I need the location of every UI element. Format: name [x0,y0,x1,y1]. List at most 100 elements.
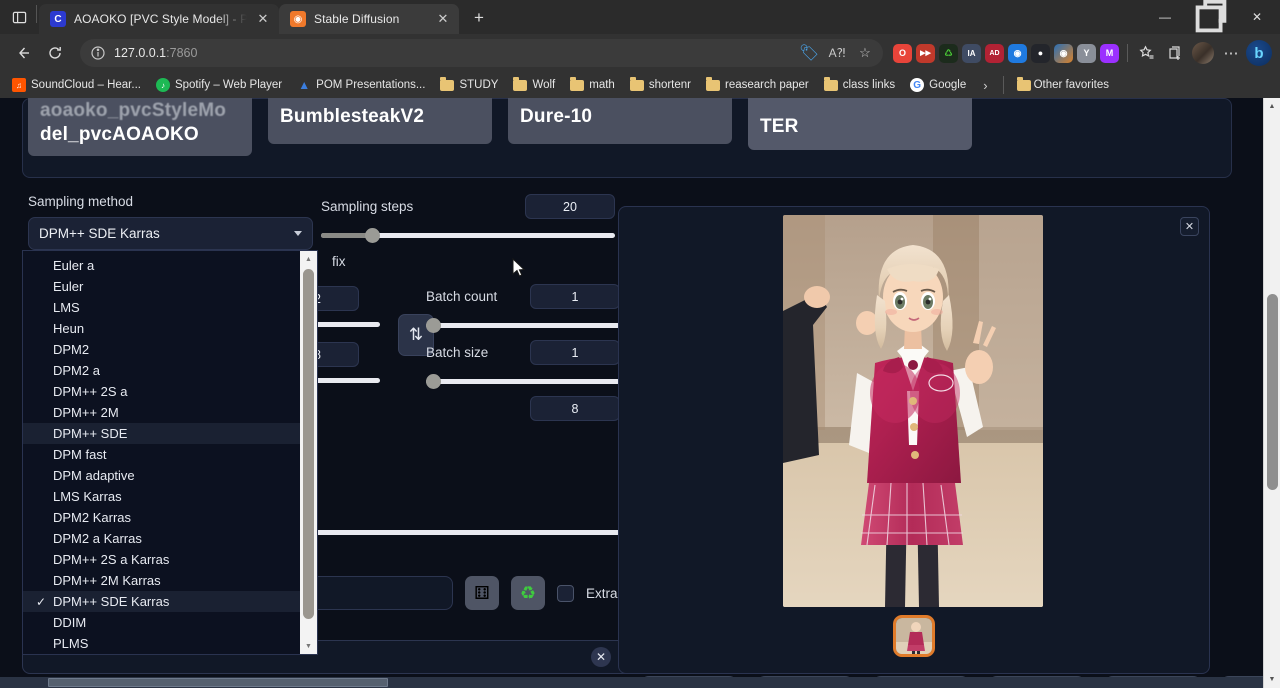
bookmark-soundcloud[interactable]: ♫ SoundCloud – Hear... [6,76,147,94]
dropdown-option-dpm-fast[interactable]: DPM fast [23,444,300,465]
dropdown-option-dpmpp-2m-karras[interactable]: DPM++ 2M Karras [23,570,300,591]
bookmark-class-links[interactable]: class links [818,77,901,93]
collections-icon[interactable] [1162,40,1188,66]
batch-count-slider[interactable] [426,323,620,328]
reload-button[interactable] [40,38,70,68]
sampling-steps-slider[interactable] [321,233,615,238]
dropdown-option-lms[interactable]: LMS [23,297,300,318]
bing-chat-icon[interactable]: b [1246,40,1272,66]
extra-checkbox[interactable] [557,585,574,602]
add-favorite-icon[interactable]: ☆ [855,43,875,63]
browser-tab-1[interactable]: C AOAOKO [PVC Style Model] - PVC ✕ [39,4,279,34]
profile-avatar[interactable] [1190,40,1216,66]
sampling-method-dropdown[interactable]: Euler a Euler LMS Heun DPM2 DPM2 a DPM++… [22,250,318,655]
model-card-ter[interactable]: TER [748,98,972,150]
slider-knob[interactable] [426,374,441,389]
video-downloader-icon[interactable]: ▶▶ [916,44,935,63]
dropdown-option-dpm2-a[interactable]: DPM2 a [23,360,300,381]
trash-extension-icon[interactable]: ♺ [939,44,958,63]
address-bar[interactable]: 127.0.0.1:7860 🏷 A⁈ ☆ [80,39,883,67]
scroll-down-icon[interactable]: ▼ [300,638,317,654]
favorites-icon[interactable] [1134,40,1160,66]
model-card-dure10[interactable]: Dure-10 [508,98,732,144]
bookmark-wolf[interactable]: Wolf [507,77,561,93]
dropdown-option-dpmpp-2m[interactable]: DPM++ 2M [23,402,300,423]
sampling-method-group: Sampling method DPM++ SDE Karras [28,194,313,250]
dropdown-option-plms[interactable]: PLMS [23,633,300,654]
shazam-icon[interactable]: ◉ [1008,44,1027,63]
tab-search-icon[interactable] [4,2,34,32]
dropdown-option-dpmpp-2s-a[interactable]: DPM++ 2S a [23,381,300,402]
new-tab-button[interactable]: + [465,4,493,32]
dropdown-option-heun[interactable]: Heun [23,318,300,339]
dropdown-option-dpm2-a-karras[interactable]: DPM2 a Karras [23,528,300,549]
dropdown-scrollbar-thumb[interactable] [303,269,314,619]
model-card-aoaoko[interactable]: aoaoko_pvcStyleMo del_pvcAOAOKO [28,98,252,156]
clear-selection-icon[interactable]: ✕ [591,647,611,667]
horizontal-scrollbar-thumb[interactable] [48,678,388,687]
scroll-down-icon[interactable]: ▼ [1264,671,1280,688]
dropdown-option-dpm2-karras[interactable]: DPM2 Karras [23,507,300,528]
slider-knob[interactable] [365,228,380,243]
dropdown-option-dpmpp-sde-karras[interactable]: ✓DPM++ SDE Karras [23,591,300,612]
bookmark-reasearch-paper[interactable]: reasearch paper [700,77,815,93]
other-favorites-label: Other favorites [1034,79,1109,91]
random-seed-button[interactable]: ⚅ [465,576,499,610]
dropdown-option-dpmpp-2s-a-karras[interactable]: DPM++ 2S a Karras [23,549,300,570]
opera-extension-icon[interactable]: O [893,44,912,63]
more-options-icon[interactable]: ⋯ [1218,40,1244,66]
scroll-up-icon[interactable]: ▲ [1264,98,1280,115]
color-wheel-icon[interactable]: ◉ [1054,44,1073,63]
batch-size-value[interactable]: 1 [530,340,620,365]
close-preview-button[interactable]: ✕ [1180,217,1199,236]
scroll-up-icon[interactable]: ▲ [300,251,317,267]
sampling-method-select[interactable]: DPM++ SDE Karras [28,217,313,250]
tab-close-icon[interactable]: ✕ [435,11,451,27]
magic-extension-icon[interactable]: M [1100,44,1119,63]
dropdown-option-euler-a[interactable]: Euler a [23,255,300,276]
yandex-icon[interactable]: Y [1077,44,1096,63]
site-info-icon[interactable] [90,45,106,61]
maximize-button[interactable] [1188,0,1234,34]
adblock-icon[interactable]: AD [985,44,1004,63]
bookmark-math[interactable]: math [564,77,621,93]
dropdown-option-euler[interactable]: Euler [23,276,300,297]
generated-image-thumbnail[interactable] [893,615,935,657]
batch-size-slider[interactable] [426,379,620,384]
dropdown-scrollbar[interactable]: ▲ ▼ [300,251,317,654]
batch-count-value[interactable]: 1 [530,284,620,309]
model-card-clipped-title: aoaoko_pvcStyleMo [40,101,226,122]
dropdown-option-ddim[interactable]: DDIM [23,612,300,633]
price-tag-icon[interactable]: 🏷 [799,43,819,63]
dropdown-option-dpmpp-sde[interactable]: DPM++ SDE [23,423,300,444]
dropdown-option-lms-karras[interactable]: LMS Karras [23,486,300,507]
close-window-button[interactable]: ✕ [1234,0,1280,34]
bookmark-study[interactable]: STUDY [434,77,504,93]
dropdown-option-dpm2[interactable]: DPM2 [23,339,300,360]
bookmark-spotify[interactable]: ♪ Spotify – Web Player [150,76,288,94]
cfg-scale-value[interactable]: 8 [530,396,620,421]
bookmark-pom-presentations[interactable]: ▲ POM Presentations... [291,76,431,94]
horizontal-scrollbar[interactable] [0,677,1263,688]
page-scrollbar-thumb[interactable] [1267,294,1278,490]
back-button[interactable] [8,38,38,68]
dropdown-option-dpm-adaptive[interactable]: DPM adaptive [23,465,300,486]
tab-close-icon[interactable]: ✕ [255,11,271,27]
sampling-steps-value[interactable]: 20 [525,194,615,219]
page-scrollbar[interactable]: ▲ ▼ [1263,98,1280,688]
minimize-button[interactable]: — [1142,0,1188,34]
generated-image[interactable] [783,215,1043,607]
bookmark-shortenr[interactable]: shortenr [624,77,697,93]
location-pin-icon[interactable]: ● [1031,44,1050,63]
slider-knob[interactable] [426,318,441,333]
browser-tab-2[interactable]: ◉ Stable Diffusion ✕ [279,4,459,34]
cfg-scale-slider[interactable] [305,530,620,535]
other-favorites-folder[interactable]: Other favorites [1011,77,1115,93]
recycle-seed-button[interactable]: ♻ [511,576,545,610]
seed-input[interactable] [305,576,453,610]
bookmarks-overflow-icon[interactable]: › [975,78,995,93]
bookmark-google[interactable]: G Google [904,76,972,94]
read-aloud-icon[interactable]: A⁈ [827,43,847,63]
model-card-bumblesteak[interactable]: BumblesteakV2 [268,98,492,144]
internet-archive-icon[interactable]: IA [962,44,981,63]
